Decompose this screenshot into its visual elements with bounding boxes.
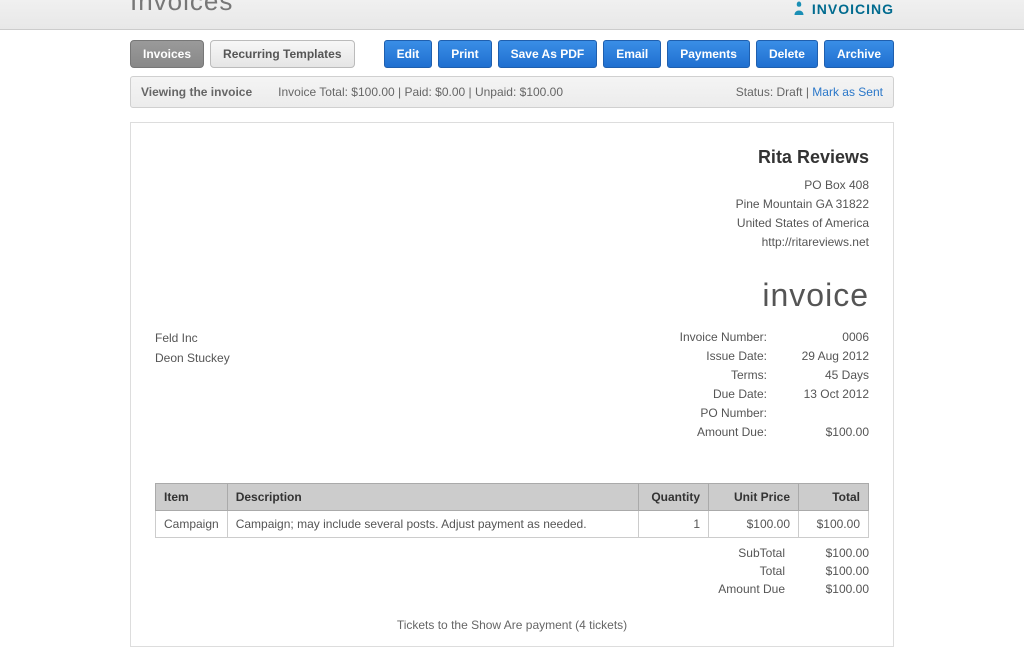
print-button[interactable]: Print xyxy=(438,40,491,68)
brand-icon xyxy=(790,0,808,18)
edit-button[interactable]: Edit xyxy=(384,40,433,68)
company-address-line2: Pine Mountain GA 31822 xyxy=(155,195,869,214)
top-bar: Invoices INVOICING xyxy=(0,0,1024,30)
brand-logo: INVOICING xyxy=(790,0,894,18)
bill-to-company: Feld Inc xyxy=(155,328,230,348)
mark-as-sent-link[interactable]: Mark as Sent xyxy=(812,85,883,99)
footer-note: Tickets to the Show Are payment (4 ticke… xyxy=(155,618,869,632)
delete-button[interactable]: Delete xyxy=(756,40,818,68)
invoice-number: 0006 xyxy=(779,328,869,347)
toolbar: Invoices Recurring Templates Edit Print … xyxy=(130,40,894,68)
cell-quantity: 1 xyxy=(639,510,709,537)
tab-invoices[interactable]: Invoices xyxy=(130,40,204,68)
viewing-label: Viewing the invoice xyxy=(141,85,252,99)
items-table: Item Description Quantity Unit Price Tot… xyxy=(155,483,869,538)
company-address-line1: PO Box 408 xyxy=(155,176,869,195)
invoice-paper: Rita Reviews PO Box 408 Pine Mountain GA… xyxy=(130,122,894,647)
due-date: 13 Oct 2012 xyxy=(779,385,869,404)
due-date-label: Due Date: xyxy=(647,385,767,404)
meta-row: Feld Inc Deon Stuckey Invoice Number: 000… xyxy=(155,328,869,443)
col-item: Item xyxy=(156,483,228,510)
actions: Edit Print Save As PDF Email Payments De… xyxy=(384,40,894,68)
amount-due-label: Amount Due: xyxy=(647,423,767,442)
col-description: Description xyxy=(227,483,638,510)
invoice-number-label: Invoice Number: xyxy=(647,328,767,347)
total-label: Total xyxy=(685,562,785,580)
col-total: Total xyxy=(799,483,869,510)
issue-date: 29 Aug 2012 xyxy=(779,347,869,366)
status-label: Status: xyxy=(736,85,777,99)
status-block: Status: Draft | Mark as Sent xyxy=(736,85,883,99)
main-container: Invoices Recurring Templates Edit Print … xyxy=(130,40,894,647)
invoice-totals-summary: Invoice Total: $100.00 | Paid: $0.00 | U… xyxy=(278,85,563,99)
terms: 45 Days xyxy=(779,366,869,385)
brand-text: INVOICING xyxy=(812,1,894,17)
tab-recurring-templates[interactable]: Recurring Templates xyxy=(210,40,354,68)
page-title: Invoices xyxy=(130,0,233,8)
cell-item: Campaign xyxy=(156,510,228,537)
company-url: http://ritareviews.net xyxy=(155,233,869,252)
invoice-heading: invoice xyxy=(155,277,869,314)
col-unit-price: Unit Price xyxy=(709,483,799,510)
archive-button[interactable]: Archive xyxy=(824,40,894,68)
payments-button[interactable]: Payments xyxy=(667,40,750,68)
issue-date-label: Issue Date: xyxy=(647,347,767,366)
bill-to-contact: Deon Stuckey xyxy=(155,348,230,368)
status-sep: | xyxy=(803,85,813,99)
email-button[interactable]: Email xyxy=(603,40,661,68)
amount-due-total-value: $100.00 xyxy=(799,580,869,598)
terms-label: Terms: xyxy=(647,366,767,385)
po-number xyxy=(779,404,869,423)
info-bar: Viewing the invoice Invoice Total: $100.… xyxy=(130,76,894,108)
subtotal-label: SubTotal xyxy=(685,544,785,562)
amount-due: $100.00 xyxy=(779,423,869,442)
total-value: $100.00 xyxy=(799,562,869,580)
cell-unit-price: $100.00 xyxy=(709,510,799,537)
company-name: Rita Reviews xyxy=(155,143,869,172)
save-pdf-button[interactable]: Save As PDF xyxy=(498,40,598,68)
status-value: Draft xyxy=(776,85,802,99)
invoice-meta: Invoice Number: 0006 Issue Date: 29 Aug 20… xyxy=(647,328,869,443)
po-number-label: PO Number: xyxy=(647,404,767,423)
company-address-line3: United States of America xyxy=(155,214,869,233)
cell-total: $100.00 xyxy=(799,510,869,537)
col-quantity: Quantity xyxy=(639,483,709,510)
cell-description: Campaign; may include several posts. Adj… xyxy=(227,510,638,537)
company-block: Rita Reviews PO Box 408 Pine Mountain GA… xyxy=(155,143,869,253)
subtotal-value: $100.00 xyxy=(799,544,869,562)
table-row: Campaign Campaign; may include several p… xyxy=(156,510,869,537)
tabs: Invoices Recurring Templates xyxy=(130,40,355,68)
amount-due-total-label: Amount Due xyxy=(685,580,785,598)
bill-to: Feld Inc Deon Stuckey xyxy=(155,328,230,443)
items-header-row: Item Description Quantity Unit Price Tot… xyxy=(156,483,869,510)
